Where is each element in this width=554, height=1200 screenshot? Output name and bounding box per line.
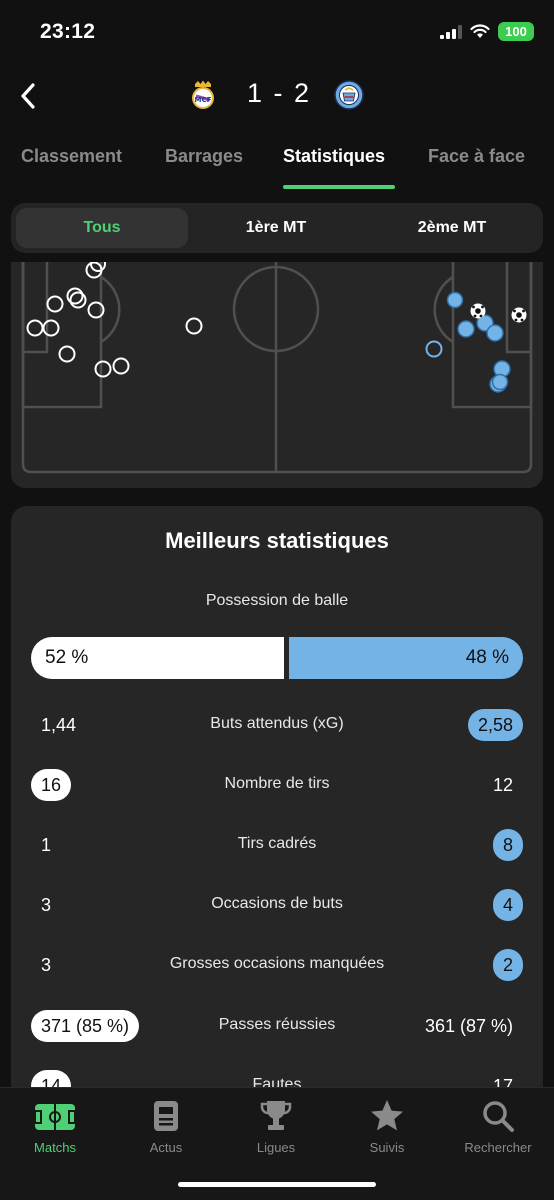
nav-label: Actus [149, 1140, 183, 1155]
battery-indicator: 100 [498, 22, 534, 41]
wifi-icon [470, 24, 490, 38]
nav-actus[interactable]: Actus [111, 1098, 221, 1155]
stat-away-value: 361 (87 %) [424, 1016, 513, 1036]
home-shot-marker [94, 360, 112, 378]
home-shot-marker [58, 345, 76, 363]
real-madrid-crest-icon[interactable]: MCF [188, 80, 218, 110]
trophy-icon [260, 1101, 292, 1130]
goal-ball-icon [511, 307, 527, 323]
top-stats-card: Meilleurs statistiques Possession de bal… [11, 506, 543, 1146]
star-icon [371, 1100, 403, 1131]
manchester-city-crest-icon[interactable] [334, 80, 364, 110]
stat-row-shots: 16 Nombre de tirs 12 [11, 765, 543, 805]
period-filter: Tous 1ère MT 2ème MT [11, 203, 543, 253]
stat-away-value: 12 [492, 775, 513, 795]
stat-row-accurate-passes: 371 (85 %) Passes réussies 361 (87 %) [11, 1006, 543, 1046]
pitch-graphic [21, 262, 533, 474]
stat-label: Grosses occasions manquées [169, 955, 385, 972]
score: 1 - 2 [229, 78, 329, 109]
stat-away-value: 8 [492, 829, 523, 861]
stat-label: Occasions de buts [211, 895, 343, 912]
stat-away-value: 4 [492, 889, 523, 921]
nav-label: Ligues [256, 1140, 296, 1155]
stat-row-big-chances: 3 Occasions de buts 4 [11, 885, 543, 925]
period-first-half-button[interactable]: 1ère MT [191, 208, 361, 248]
away-shot-marker [486, 324, 504, 342]
away-shots [425, 291, 511, 393]
news-icon [154, 1101, 178, 1131]
possession-label: Possession de balle [205, 592, 349, 609]
tab-barrages[interactable]: Barrages [165, 146, 243, 167]
away-score: 2 [294, 78, 312, 108]
possession-home-bar: 52 % [31, 637, 284, 679]
stat-away-value: 2 [492, 949, 523, 981]
stat-row-big-chances-missed: 3 Grosses occasions manquées 2 [11, 945, 543, 985]
home-shot-marker [26, 319, 44, 337]
stat-label: Buts attendus (xG) [210, 715, 344, 732]
score-separator: - [273, 78, 285, 108]
stat-away-value: 2,58 [467, 709, 523, 741]
nav-rechercher[interactable]: Rechercher [443, 1098, 553, 1155]
nav-suivis[interactable]: Suivis [332, 1098, 442, 1155]
shot-map [11, 262, 543, 488]
nav-matchs[interactable]: Matchs [0, 1098, 110, 1155]
active-tab-indicator [283, 185, 395, 189]
period-second-half-button[interactable]: 2ème MT [366, 208, 538, 248]
nav-label: Rechercher [464, 1140, 532, 1155]
tab-face-a-face[interactable]: Face à face [428, 146, 525, 167]
tab-classement[interactable]: Classement [21, 146, 122, 167]
away-shot-marker [491, 373, 509, 391]
nav-label: Matchs [34, 1140, 76, 1155]
home-shot-marker [185, 317, 203, 335]
back-button[interactable] [14, 76, 42, 116]
nav-ligues[interactable]: Ligues [221, 1098, 331, 1155]
svg-text:MCF: MCF [195, 96, 212, 104]
home-score: 1 [246, 78, 264, 108]
nav-label: Suivis [369, 1140, 405, 1155]
stat-row-xg: 1,44 Buts attendus (xG) 2,58 [11, 705, 543, 745]
away-shot-marker [457, 320, 475, 338]
stat-label: Nombre de tirs [224, 775, 330, 792]
status-bar: 23:12 100 [0, 0, 554, 66]
pitch-icon [34, 1104, 76, 1130]
home-indicator [178, 1182, 376, 1187]
match-tabs: Classement Barrages Statistiques Face à … [0, 126, 554, 190]
status-time: 23:12 [40, 20, 96, 43]
signal-icon [440, 24, 462, 39]
home-shot-marker [69, 291, 87, 309]
stat-label: Tirs cadrés [237, 835, 317, 852]
away-shot-marker [425, 340, 443, 358]
home-shot-marker [46, 295, 64, 313]
status-icons: 100 [440, 22, 534, 41]
period-all-button[interactable]: Tous [16, 208, 188, 248]
home-shot-marker [112, 357, 130, 375]
match-header: MCF 1 - 2 [0, 66, 554, 126]
chevron-left-icon [21, 83, 35, 109]
goal-ball-icon [470, 303, 486, 319]
stats-title: Meilleurs statistiques [165, 528, 389, 553]
stat-row-shots-on-target: 1 Tirs cadrés 8 [11, 825, 543, 865]
home-shots [26, 262, 203, 378]
away-shot-marker [446, 291, 464, 309]
possession-away-bar: 48 % [289, 637, 523, 679]
search-icon [483, 1101, 514, 1132]
tab-statistiques[interactable]: Statistiques [283, 146, 385, 167]
